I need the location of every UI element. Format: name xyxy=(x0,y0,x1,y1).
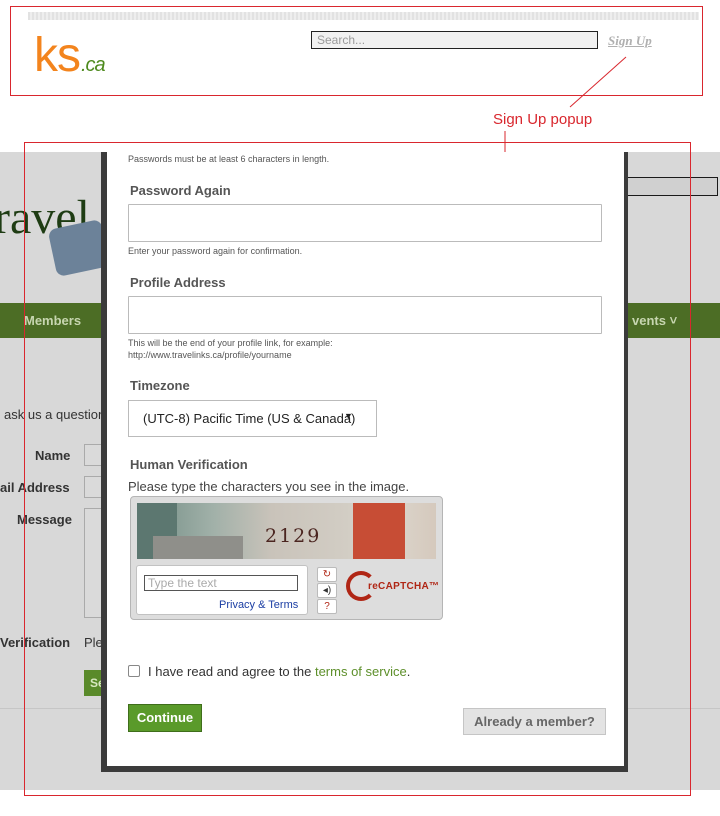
annotation-pointer-line xyxy=(504,56,627,152)
popup-annotation-box xyxy=(24,142,691,796)
annotation-label: Sign Up popup xyxy=(493,111,593,128)
